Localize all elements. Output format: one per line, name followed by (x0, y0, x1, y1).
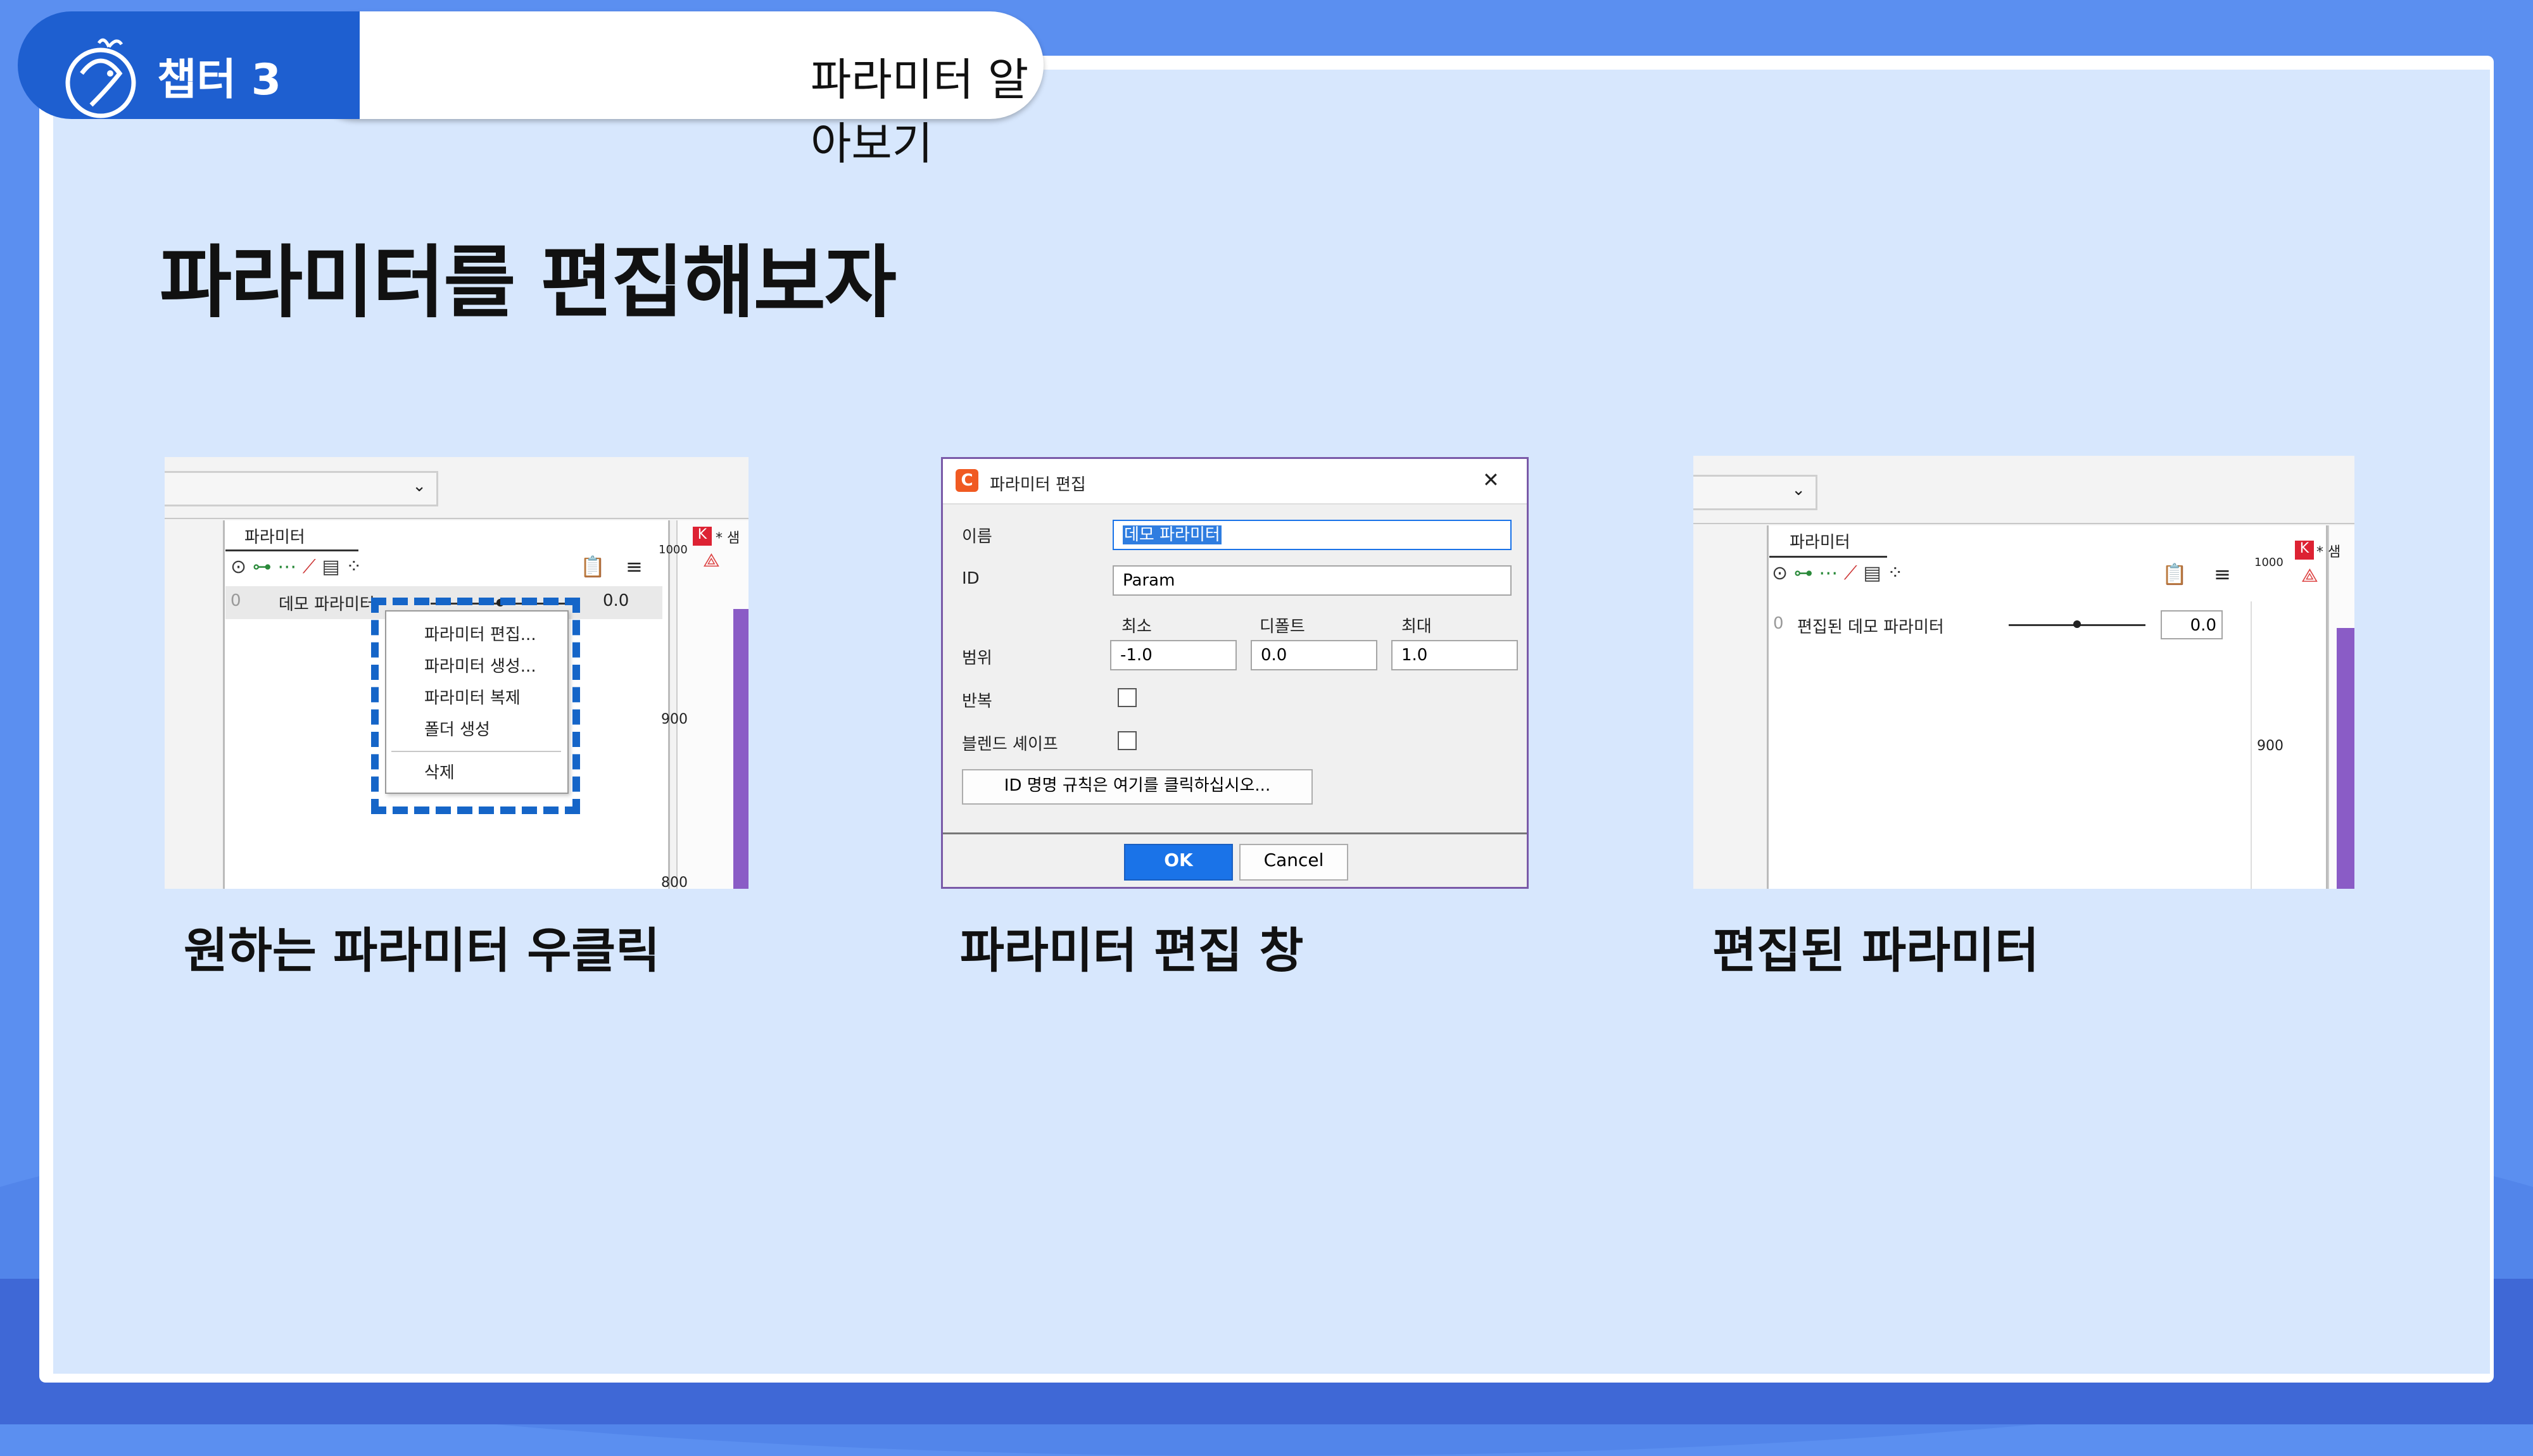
unlink-icon[interactable]: ⟋ (303, 556, 316, 578)
slide-heading: 파라미터를 편집해보자 (160, 237, 897, 329)
default-field[interactable]: 0.0 (1251, 640, 1377, 670)
model-dropdown[interactable]: ⌄ (165, 471, 438, 506)
deformer-icon: ⟁ (2301, 565, 2318, 587)
ok-button[interactable]: OK (1124, 844, 1233, 881)
ruler-label-900: 900 (661, 712, 688, 727)
whale-logo-icon (65, 38, 136, 118)
name-field-value: 데모 파라미터 (1123, 525, 1222, 544)
caption-right-click: 원하는 파라미터 우클릭 (184, 922, 660, 979)
panel-icon[interactable]: ▤ (1863, 562, 1881, 584)
clipboard-icon[interactable]: 📋 (580, 555, 605, 579)
ruler-label-1000: 1000 (2254, 556, 2283, 569)
canvas-bar (2337, 628, 2354, 889)
toolbar-icons: ⊙ ⊶ ⋯ ⟋ ▤ ⁘ (231, 556, 362, 578)
ruler-label-1000: 1000 (659, 543, 688, 556)
max-header: 최대 (1401, 617, 1432, 636)
param-slider-knob[interactable] (2073, 620, 2081, 628)
screenshot-context-menu: ⌄ 파라미터 ⊙ ⊶ ⋯ ⟋ ▤ ⁘ 📋 ≡ 0 데모 파라미터 0.0 100… (165, 457, 749, 889)
model-dropdown[interactable]: ⌄ (1693, 475, 1817, 510)
model-tab-icon: K (693, 527, 712, 546)
param-name[interactable]: 데모 파라미터 (279, 591, 375, 615)
param-value: 0.0 (2190, 616, 2216, 635)
unlink-icon[interactable]: ⟋ (1844, 562, 1857, 584)
chevron-down-icon: ⌄ (1791, 480, 1805, 499)
highlight-dashed-box (371, 598, 580, 814)
param-value[interactable]: 0.0 (603, 591, 629, 610)
grid-icon[interactable]: ⁘ (1887, 562, 1903, 584)
chapter-title: 파라미터 알아보기 (811, 54, 1029, 170)
dialog-title: 파라미터 편집 (990, 475, 1086, 494)
cancel-button[interactable]: Cancel (1239, 844, 1348, 881)
chevron-down-icon: ⌄ (412, 477, 426, 496)
default-field-value: 0.0 (1261, 646, 1287, 665)
side-tab-label[interactable]: * 샘 (716, 527, 740, 547)
min-header: 최소 (1121, 617, 1152, 636)
chapter-label: 챕터 3 (157, 55, 282, 105)
caption-edit-dialog: 파라미터 편집 창 (960, 922, 1304, 979)
ok-button-label: OK (1164, 850, 1193, 870)
param-name[interactable]: 편집된 데모 파라미터 (1797, 614, 1944, 637)
tab-underline (225, 549, 358, 551)
min-field-value: -1.0 (1120, 646, 1153, 665)
ruler-label-800: 800 (661, 875, 688, 889)
default-header: 디폴트 (1260, 617, 1305, 636)
chapter-badge: 챕터 3 (18, 11, 360, 119)
caption-edited-parameter: 편집된 파라미터 (1712, 922, 2039, 979)
repeat-checkbox[interactable] (1118, 688, 1137, 707)
panel-tab-parameters[interactable]: 파라미터 (244, 524, 305, 548)
id-naming-rule-label: ID 명명 규칙은 여기를 클릭하십시오... (1004, 776, 1271, 795)
id-naming-rule-button[interactable]: ID 명명 규칙은 여기를 클릭하십시오... (962, 769, 1313, 805)
blend-shape-label: 블렌드 셰이프 (962, 735, 1058, 754)
name-field[interactable]: 데모 파라미터 (1113, 520, 1512, 550)
link-add-icon[interactable]: ⊶ (253, 556, 272, 578)
cancel-button-label: Cancel (1263, 850, 1324, 870)
toolbar-icons: ⊙ ⊶ ⋯ ⟋ ▤ ⁘ (1772, 562, 1903, 584)
side-tab-label[interactable]: * 샘 (2316, 541, 2340, 561)
screenshot-edited-parameter: ⌄ 파라미터 ⊙ ⊶ ⋯ ⟋ ▤ ⁘ 📋 ≡ 0 편집된 데모 파라미터 0.0… (1693, 456, 2354, 889)
grid-icon[interactable]: ⁘ (346, 556, 362, 578)
menu-icon[interactable]: ≡ (2214, 562, 2231, 586)
max-field[interactable]: 1.0 (1391, 640, 1518, 670)
param-value-field[interactable]: 0.0 (2161, 610, 2223, 639)
tab-underline (1769, 556, 1887, 558)
app-logo-icon: C (956, 469, 978, 492)
divider (1693, 523, 2354, 524)
deformer-icon: ⟁ (703, 549, 720, 572)
param-row-index: 0 (231, 591, 241, 610)
repeat-label: 반복 (962, 692, 992, 711)
id-label: ID (962, 569, 980, 588)
panel-tab-parameters[interactable]: 파라미터 (1790, 529, 1850, 553)
menu-icon[interactable]: ≡ (626, 555, 643, 579)
screenshot-edit-dialog: C 파라미터 편집 ✕ 이름 데모 파라미터 ID Param 최소 디폴트 최… (941, 457, 1529, 889)
panel-icon[interactable]: ▤ (322, 556, 339, 578)
play-icon[interactable]: ⊙ (1772, 562, 1788, 584)
chapter-title-pill: 파라미터 알아보기 (304, 11, 1044, 170)
name-label: 이름 (962, 527, 992, 546)
dialog-footer-divider (943, 832, 1527, 834)
param-row-index: 0 (1773, 614, 1784, 633)
id-field-value: Param (1123, 571, 1175, 590)
play-icon[interactable]: ⊙ (231, 556, 246, 578)
divider (165, 518, 749, 519)
canvas-bar (733, 609, 749, 889)
model-tab-icon: K (2295, 541, 2314, 560)
min-field[interactable]: -1.0 (1110, 640, 1237, 670)
multi-link-icon[interactable]: ⋯ (277, 556, 296, 578)
range-label: 범위 (962, 649, 992, 668)
id-field[interactable]: Param (1113, 565, 1512, 596)
link-add-icon[interactable]: ⊶ (1794, 562, 1813, 584)
close-icon[interactable]: ✕ (1482, 468, 1500, 492)
clipboard-icon[interactable]: 📋 (2162, 562, 2187, 586)
max-field-value: 1.0 (1401, 646, 1428, 665)
blend-shape-checkbox[interactable] (1118, 731, 1137, 750)
ruler-label-900: 900 (2257, 738, 2283, 754)
multi-link-icon[interactable]: ⋯ (1819, 562, 1838, 584)
